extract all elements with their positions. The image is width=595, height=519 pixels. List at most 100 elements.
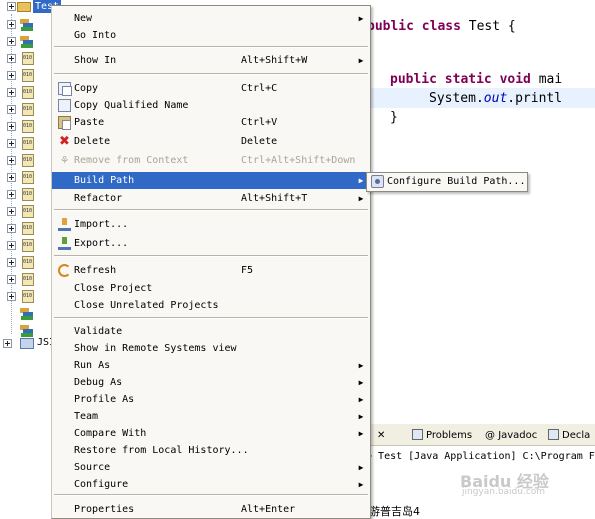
submenu-arrow-icon: ▶ — [358, 361, 364, 370]
menu-item-profile-as[interactable]: Profile As ▶ — [52, 391, 370, 408]
expand-icon[interactable] — [7, 20, 16, 29]
menu-item-configure-build-path[interactable]: Configure Build Path... — [367, 173, 527, 191]
submenu-arrow-icon: ▶ — [358, 176, 364, 185]
code-line-method-declaration: public static void mai — [390, 72, 562, 87]
menu-item-import[interactable]: Import... — [52, 216, 370, 233]
menu-item-label: Configure — [74, 479, 129, 490]
menu-item-close-project[interactable]: Close Project — [52, 280, 370, 297]
jar-icon — [22, 273, 34, 286]
submenu-arrow-icon: ▶ — [358, 412, 364, 421]
menu-item-compare-with[interactable]: Compare With ▶ — [52, 425, 370, 442]
menu-item-refactor[interactable]: Refactor Alt+Shift+T ▶ — [52, 190, 370, 207]
collapse-icon[interactable] — [7, 2, 16, 11]
tab-javadoc[interactable]: @ Javadoc — [485, 427, 537, 444]
menu-item-source[interactable]: Source ▶ — [52, 459, 370, 476]
expand-icon[interactable] — [7, 71, 16, 80]
declaration-icon — [548, 429, 559, 440]
menu-item-debug-as[interactable]: Debug As ▶ — [52, 374, 370, 391]
menu-separator — [54, 494, 368, 496]
expand-icon[interactable] — [7, 292, 16, 301]
tab-problems[interactable]: Problems — [412, 427, 472, 444]
close-tab-icon[interactable]: ✕ — [377, 427, 385, 444]
menu-separator — [54, 317, 368, 319]
menu-item-show-in-remote-systems-view[interactable]: Show in Remote Systems view — [52, 340, 370, 357]
jar-icon — [22, 171, 34, 184]
expand-icon[interactable] — [3, 339, 12, 348]
menu-item-paste[interactable]: Paste Ctrl+V — [52, 114, 370, 131]
menu-item-copy-qualified-name[interactable]: Copy Qualified Name — [52, 97, 370, 114]
code-keywords: public class — [367, 19, 461, 34]
menu-item-close-unrelated-projects[interactable]: Close Unrelated Projects — [52, 297, 370, 314]
menu-item-remove-from-context: ⚘ Remove from Context Ctrl+Alt+Shift+Down — [52, 152, 370, 169]
submenu-arrow-icon: ▶ — [358, 480, 364, 489]
console-status-line: d> Test [Java Application] C:\Program Fi — [360, 451, 595, 462]
tab-label: Javadoc — [498, 430, 538, 441]
menu-item-run-as[interactable]: Run As ▶ — [52, 357, 370, 374]
expand-icon[interactable] — [7, 54, 16, 63]
menu-item-label: Close Unrelated Projects — [74, 300, 219, 311]
expand-icon[interactable] — [7, 224, 16, 233]
problems-icon — [412, 429, 423, 440]
copy-icon — [58, 82, 72, 96]
menu-item-label: Close Project — [74, 283, 153, 294]
expand-icon[interactable] — [7, 275, 16, 284]
expand-icon[interactable] — [7, 122, 16, 131]
expand-icon[interactable] — [7, 105, 16, 114]
menu-item-show-in[interactable]: Show In Alt+Shift+W ▶ — [52, 52, 370, 69]
submenu-arrow-icon: ▶ — [358, 56, 364, 65]
code-editor[interactable]: public class Test { public static void m… — [350, 0, 595, 420]
tab-label: Decla — [562, 430, 591, 441]
menu-item-refresh[interactable]: Refresh F5 — [52, 262, 370, 279]
menu-item-team[interactable]: Team ▶ — [52, 408, 370, 425]
menu-separator — [54, 46, 368, 48]
library-icon — [20, 19, 35, 31]
menu-item-new[interactable]: New ▶ — [52, 10, 370, 27]
expand-icon[interactable] — [7, 190, 16, 199]
expand-icon[interactable] — [7, 173, 16, 182]
expand-icon[interactable] — [7, 258, 16, 267]
import-icon — [58, 218, 71, 231]
menu-item-label: Run As — [74, 360, 111, 371]
export-icon — [58, 237, 71, 250]
submenu-arrow-icon: ▶ — [358, 395, 364, 404]
refresh-icon — [58, 264, 71, 277]
code-line-class-declaration: public class Test { — [367, 19, 516, 34]
menu-item-restore-from-local-history[interactable]: Restore from Local History... — [52, 442, 370, 459]
menu-item-properties[interactable]: Properties Alt+Enter — [52, 501, 370, 518]
menu-separator — [54, 73, 368, 75]
menu-item-label: Import... — [74, 219, 129, 230]
menu-item-label: Compare With — [74, 428, 147, 439]
code-line-println: System.out.printl — [429, 91, 562, 106]
menu-item-build-path[interactable]: Build Path ▶ — [52, 172, 370, 189]
menu-item-label: Delete — [74, 136, 111, 147]
expand-icon[interactable] — [7, 37, 16, 46]
expand-icon[interactable] — [7, 139, 16, 148]
delete-icon: ✖ — [59, 134, 70, 149]
code-println: .printl — [507, 91, 563, 106]
jar-icon — [22, 205, 34, 218]
menu-item-copy[interactable]: Copy Ctrl+C — [52, 80, 370, 97]
menu-item-label: Restore from Local History... — [74, 445, 249, 456]
menu-item-label: Copy Qualified Name — [74, 100, 189, 111]
menu-item-validate[interactable]: Validate — [52, 323, 370, 340]
expand-icon[interactable] — [7, 156, 16, 165]
menu-item-label: Show In — [74, 55, 117, 66]
submenu-arrow-icon: ▶ — [358, 429, 364, 438]
expand-icon[interactable] — [7, 207, 16, 216]
tab-declaration[interactable]: Decla — [548, 427, 590, 444]
menu-item-label: Team — [74, 411, 99, 422]
menu-item-configure[interactable]: Configure ▶ — [52, 476, 370, 493]
library-icon — [20, 36, 35, 48]
submenu-arrow-icon: ▶ — [358, 378, 364, 387]
expand-icon[interactable] — [7, 241, 16, 250]
menu-item-delete[interactable]: ✖ Delete Delete — [52, 133, 370, 150]
menu-item-shortcut: Ctrl+Alt+Shift+Down — [241, 155, 356, 166]
menu-item-go-into[interactable]: Go Into — [52, 27, 370, 44]
menu-item-label: New — [74, 13, 93, 24]
menu-item-label: Go Into — [74, 30, 117, 41]
menu-item-export[interactable]: Export... — [52, 235, 370, 252]
jar-icon — [22, 52, 34, 65]
expand-icon[interactable] — [7, 88, 16, 97]
menu-item-label: Properties — [74, 504, 135, 515]
menu-item-label: Paste — [74, 117, 105, 128]
